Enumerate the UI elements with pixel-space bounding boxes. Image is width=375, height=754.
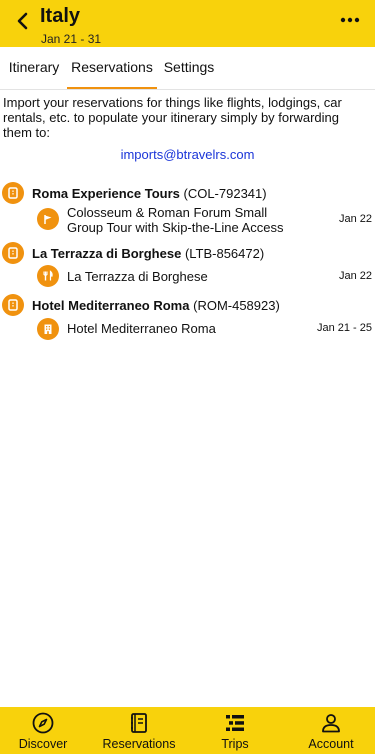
reservation-date: Jan 22 bbox=[338, 270, 372, 282]
reservation-date: Jan 22 bbox=[338, 213, 372, 225]
back-button[interactable] bbox=[12, 10, 34, 32]
ticket-icon bbox=[2, 294, 24, 316]
reservation-item[interactable]: Hotel Mediterraneo Roma bbox=[67, 321, 297, 336]
notebook-icon bbox=[131, 713, 147, 733]
reservation-vendor: Hotel Mediterraneo Roma bbox=[32, 298, 190, 313]
more-options-button[interactable] bbox=[339, 13, 361, 27]
reservation-date: Jan 21 - 25 bbox=[316, 322, 372, 334]
fork-knife-icon bbox=[37, 265, 59, 287]
trip-dates: Jan 21 - 31 bbox=[41, 32, 102, 46]
reservation-group-title[interactable]: Hotel Mediterraneo Roma (ROM-458923) bbox=[32, 298, 280, 313]
nav-account[interactable]: Account bbox=[291, 707, 371, 754]
tab-reservations[interactable]: Reservations bbox=[67, 47, 157, 89]
reservation-vendor: La Terrazza di Borghese bbox=[32, 246, 182, 261]
list-icon bbox=[226, 715, 244, 731]
compass-icon bbox=[32, 712, 54, 734]
more-horizontal-icon bbox=[340, 17, 360, 23]
ticket-icon bbox=[2, 242, 24, 264]
reservation-code: (ROM-458923) bbox=[193, 298, 280, 313]
nav-reservations[interactable]: Reservations bbox=[99, 707, 179, 754]
nav-label: Account bbox=[308, 737, 354, 751]
nav-trips[interactable]: Trips bbox=[195, 707, 275, 754]
reservation-code: (LTB-856472) bbox=[184, 246, 265, 261]
import-email-link[interactable]: imports@btravelrs.com bbox=[0, 147, 375, 162]
reservation-code: (COL-792341) bbox=[183, 186, 267, 201]
page-title: Italy bbox=[40, 5, 81, 27]
nav-discover[interactable]: Discover bbox=[3, 707, 83, 754]
reservation-group-title[interactable]: Roma Experience Tours (COL-792341) bbox=[32, 186, 267, 201]
chevron-left-icon bbox=[17, 12, 28, 30]
person-icon bbox=[322, 714, 340, 733]
tab-settings[interactable]: Settings bbox=[162, 47, 216, 89]
tab-itinerary[interactable]: Itinerary bbox=[4, 47, 64, 89]
app-header: Italy Jan 21 - 31 bbox=[0, 0, 375, 47]
reservation-item[interactable]: La Terrazza di Borghese bbox=[67, 269, 297, 284]
flag-icon bbox=[37, 208, 59, 230]
import-instructions: Import your reservations for things like… bbox=[3, 95, 342, 140]
reservation-group-title[interactable]: La Terrazza di Borghese (LTB-856472) bbox=[32, 246, 264, 261]
bottom-nav: Discover Reservations Trips Account bbox=[0, 707, 375, 754]
reservation-item[interactable]: Colosseum & Roman Forum Small Group Tour… bbox=[67, 205, 297, 235]
ticket-icon bbox=[2, 182, 24, 204]
reservation-vendor: Roma Experience Tours bbox=[32, 186, 180, 201]
hotel-icon bbox=[37, 318, 59, 340]
tab-bar: Itinerary Reservations Settings bbox=[0, 47, 375, 90]
